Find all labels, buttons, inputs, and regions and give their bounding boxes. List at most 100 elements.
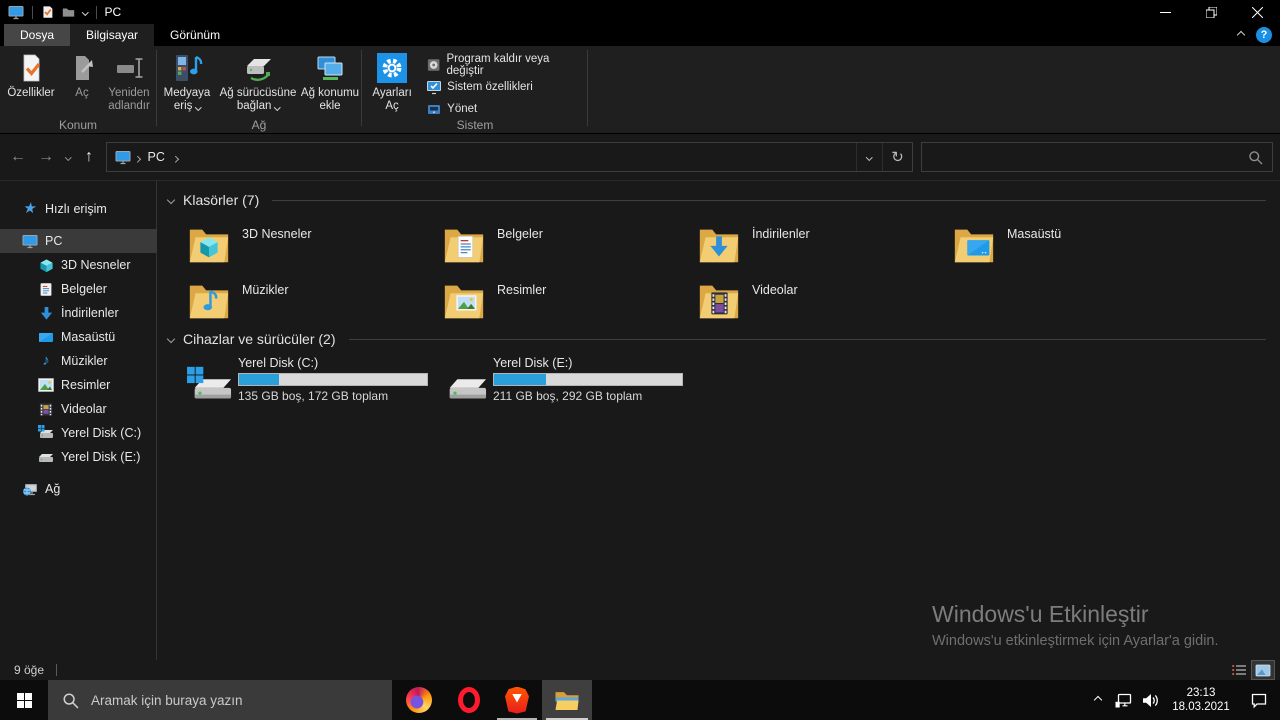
explorer-search-input[interactable] bbox=[921, 142, 1273, 172]
clock[interactable]: 23:13 18.03.2021 bbox=[1164, 680, 1238, 720]
yonet-button[interactable]: Yönet bbox=[422, 99, 588, 119]
drive-name: Yerel Disk (C:) bbox=[238, 356, 319, 370]
taskbar-explorer-button[interactable] bbox=[542, 680, 592, 720]
network-tray-icon[interactable] bbox=[1110, 680, 1136, 720]
help-icon[interactable]: ? bbox=[1256, 27, 1272, 43]
sidebar-item-masaustu[interactable]: Masaüstü bbox=[0, 325, 157, 349]
tab-bilgisayar[interactable]: Bilgisayar bbox=[70, 24, 155, 46]
properties-icon[interactable] bbox=[41, 5, 54, 19]
network-icon bbox=[22, 481, 38, 497]
folder-videos-icon bbox=[699, 285, 739, 319]
sidebar-item-resimler[interactable]: Resimler bbox=[0, 373, 157, 397]
sidebar-item-yerel-disk-c[interactable]: Yerel Disk (C:) bbox=[0, 421, 157, 445]
title-bar: PC bbox=[0, 0, 1280, 24]
brave-icon bbox=[505, 686, 529, 714]
sidebar-item-yerel-disk-e[interactable]: Yerel Disk (E:) bbox=[0, 445, 157, 469]
sidebar-item-3d-nesneler[interactable]: 3D Nesneler bbox=[0, 253, 157, 277]
refresh-button[interactable]: ↻ bbox=[882, 143, 912, 171]
minimize-ribbon-icon[interactable] bbox=[1236, 30, 1246, 40]
details-view-button[interactable] bbox=[1228, 661, 1250, 679]
tab-dosya[interactable]: Dosya bbox=[4, 24, 71, 46]
drive-usage-bar bbox=[238, 373, 428, 386]
address-bar[interactable]: PC ↻ bbox=[106, 142, 913, 172]
forward-button[interactable]: → bbox=[32, 142, 60, 172]
folder-tile-3d-nesneler[interactable]: 3D Nesneler bbox=[186, 221, 436, 277]
divider bbox=[32, 5, 33, 19]
folder-tile-masaustu[interactable]: Masaüstü bbox=[951, 221, 1201, 277]
sidebar-item-ag[interactable]: Ağ bbox=[0, 477, 157, 501]
properties-check-icon bbox=[23, 54, 41, 82]
breadcrumb-separator-icon bbox=[171, 148, 179, 166]
network-location-icon bbox=[317, 56, 343, 80]
volume-tray-icon[interactable] bbox=[1136, 680, 1164, 720]
taskbar-firefox-button[interactable] bbox=[396, 680, 442, 720]
ribbon-group-konum: Özellikler Aç Yeniden adlandır Konum bbox=[0, 46, 156, 134]
drive-tile-e[interactable]: Yerel Disk (E:) 211 GB boş, 292 GB topla… bbox=[441, 355, 691, 411]
address-dropdown-button[interactable] bbox=[856, 143, 882, 171]
taskbar-search-input[interactable]: Aramak için buraya yazın bbox=[48, 680, 392, 720]
close-button[interactable] bbox=[1234, 0, 1280, 24]
ag-surucusune-baglan-button[interactable]: Ağ sürücüsüne bağlan bbox=[217, 49, 299, 115]
folder-tile-videolar[interactable]: Videolar bbox=[696, 277, 946, 333]
sidebar-item-pc[interactable]: PC bbox=[0, 229, 157, 253]
restore-button[interactable] bbox=[1188, 0, 1234, 24]
computer-management-icon bbox=[428, 105, 441, 114]
sidebar-item-videolar[interactable]: Videolar bbox=[0, 397, 157, 421]
up-button[interactable]: ↑ bbox=[76, 142, 102, 172]
navigation-bar: ← → ↑ PC ↻ bbox=[0, 134, 1280, 181]
new-folder-icon[interactable] bbox=[62, 6, 75, 19]
collapse-section-icon[interactable] bbox=[166, 195, 176, 205]
folder-tile-resimler[interactable]: Resimler bbox=[441, 277, 691, 333]
folder-pictures-icon bbox=[444, 285, 484, 319]
folder-downloads-icon bbox=[699, 229, 739, 263]
program-kaldir-button[interactable]: Program kaldır veya değiştir bbox=[422, 53, 588, 77]
collapse-section-icon[interactable] bbox=[166, 334, 176, 344]
windows-logo-icon bbox=[16, 692, 32, 708]
app-icon bbox=[8, 6, 24, 20]
sidebar-item-belgeler[interactable]: Belgeler bbox=[0, 277, 157, 301]
divider bbox=[95, 5, 97, 19]
sidebar-item-hizli-erisim[interactable]: ★ Hızlı erişim bbox=[0, 197, 157, 221]
ayarlari-ac-button[interactable]: Ayarları Aç bbox=[368, 49, 416, 115]
drive-tile-c[interactable]: Yerel Disk (C:) 135 GB boş, 172 GB topla… bbox=[186, 355, 436, 411]
medyaya-eris-button[interactable]: Medyaya eriş bbox=[157, 49, 217, 115]
desktop-icon bbox=[38, 329, 54, 345]
folder-music-icon bbox=[189, 285, 229, 319]
sistem-ozellikleri-button[interactable]: Sistem özellikleri bbox=[422, 77, 588, 97]
taskbar: Aramak için buraya yazın 23:13 18.03.202… bbox=[0, 680, 1280, 720]
folders-section-header[interactable]: Klasörler (7) bbox=[166, 190, 1266, 210]
tab-gorunum[interactable]: Görünüm bbox=[154, 24, 236, 46]
sidebar-item-muzikler[interactable]: ♪ Müzikler bbox=[0, 349, 157, 373]
ozellikler-button[interactable]: Özellikler bbox=[0, 49, 62, 115]
large-icons-view-button[interactable] bbox=[1251, 660, 1275, 680]
back-button[interactable]: ← bbox=[4, 142, 32, 172]
ac-button[interactable]: Aç bbox=[62, 49, 102, 115]
recent-locations-button[interactable] bbox=[60, 142, 76, 172]
taskbar-brave-button[interactable] bbox=[494, 680, 540, 720]
navigation-pane: ★ Hızlı erişim PC 3D Nesneler Belgeler İ… bbox=[0, 181, 157, 660]
action-center-icon[interactable] bbox=[1238, 680, 1280, 720]
drive-capacity-text: 211 GB boş, 292 GB toplam bbox=[493, 389, 643, 403]
folder-tile-muzikler[interactable]: Müzikler bbox=[186, 277, 436, 333]
window-title: PC bbox=[104, 5, 122, 19]
group-label-konum: Konum bbox=[58, 118, 98, 132]
window-controls bbox=[1142, 0, 1280, 24]
yeniden-adlandir-button[interactable]: Yeniden adlandır bbox=[102, 49, 156, 115]
minimize-button[interactable] bbox=[1142, 0, 1188, 24]
drive-capacity-text: 135 GB boş, 172 GB toplam bbox=[238, 389, 389, 403]
folder-tile-belgeler[interactable]: Belgeler bbox=[441, 221, 691, 277]
ribbon-controls: ? bbox=[1236, 24, 1272, 46]
folders-grid: 3D Nesneler Belgeler İndirilenler Masaüs… bbox=[186, 221, 1206, 333]
taskbar-opera-button[interactable] bbox=[446, 680, 492, 720]
ag-konumu-ekle-button[interactable]: Ağ konumu ekle bbox=[299, 49, 361, 115]
clock-time: 23:13 bbox=[1186, 687, 1216, 699]
folder-tile-indirilenler[interactable]: İndirilenler bbox=[696, 221, 946, 277]
tray-overflow-chevron-icon[interactable] bbox=[1086, 680, 1110, 720]
breadcrumb-pc[interactable]: PC bbox=[144, 150, 169, 164]
sidebar-item-indirilenler[interactable]: İndirilenler bbox=[0, 301, 157, 325]
customize-quick-access-icon[interactable] bbox=[82, 8, 89, 16]
start-button[interactable] bbox=[0, 680, 48, 720]
drives-section-header[interactable]: Cihazlar ve sürücüler (2) bbox=[166, 329, 1266, 349]
pc-icon bbox=[115, 151, 131, 165]
videos-icon bbox=[38, 401, 54, 417]
